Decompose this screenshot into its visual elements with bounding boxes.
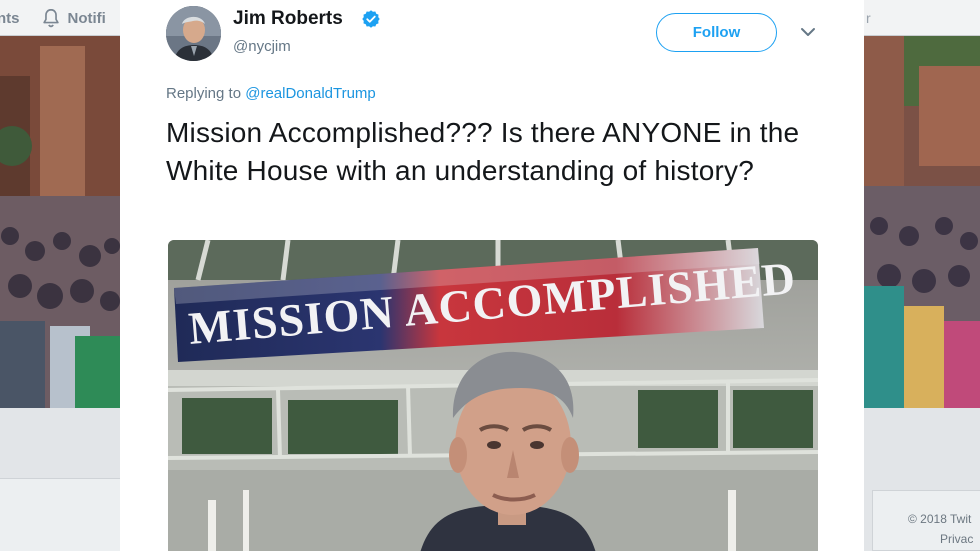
- background-card-left: [0, 478, 120, 551]
- author-handle[interactable]: @nycjim: [233, 38, 291, 55]
- chevron-down-icon[interactable]: [800, 26, 816, 38]
- nav-item-partial-label: nts: [0, 9, 20, 27]
- nav-item-notifications-label: Notifi: [67, 9, 106, 27]
- nav-item-partial[interactable]: nts: [0, 10, 20, 27]
- background-header-photo-left: [0, 36, 120, 408]
- tweet-text: Mission Accomplished??? Is there ANYONE …: [166, 117, 800, 186]
- nav-right-partial-text: r: [866, 10, 871, 26]
- bell-icon: [42, 8, 59, 28]
- replying-to-label: Replying to: [166, 85, 242, 102]
- tweet-modal: Jim Roberts @nycjim Follow Replying to @…: [120, 0, 864, 551]
- background-header-photo-right: [864, 36, 980, 408]
- nav-item-notifications[interactable]: Notifi: [40, 7, 106, 29]
- tweet-media-photo[interactable]: MISSION ACCOMPLISHED: [168, 240, 818, 551]
- author-name[interactable]: Jim Roberts: [233, 8, 343, 30]
- follow-button[interactable]: Follow: [656, 13, 777, 52]
- background-footer: © 2018 Twit Privac: [908, 509, 973, 549]
- footer-privacy-link[interactable]: Privac: [940, 529, 973, 549]
- replying-to-line: Replying to @realDonaldTrump: [166, 85, 376, 102]
- nav-right-partial: r: [864, 0, 871, 36]
- verified-badge-icon: [362, 10, 380, 28]
- reply-mention-link[interactable]: @realDonaldTrump: [245, 85, 376, 102]
- footer-copyright: © 2018 Twit: [908, 512, 972, 526]
- avatar[interactable]: [166, 6, 221, 61]
